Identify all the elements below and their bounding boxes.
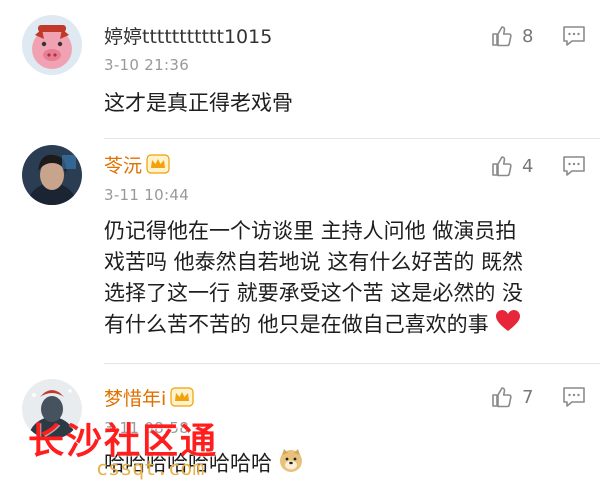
vip-crown-icon — [170, 387, 194, 412]
like-count: 8 — [522, 25, 534, 47]
comment-2: 苓沅 3-11 10:44 仍记得他在一个访谈里 主持人问他 做演员拍 戏苦吗 … — [0, 140, 600, 365]
username[interactable]: 苓沅 — [104, 151, 170, 179]
like-button[interactable]: 7 — [490, 385, 533, 409]
comment-icon — [563, 387, 585, 407]
comment-line: 选择了这一行 就要承受这个苦 这是必然的 没 — [104, 281, 524, 305]
comment-time: 3-11 10:44 — [104, 186, 190, 204]
portrait-avatar-image — [22, 145, 82, 205]
comment-icon — [563, 156, 585, 176]
reply-button[interactable] — [562, 386, 586, 412]
heart-emoji-icon — [495, 309, 521, 342]
thumbs-up-icon — [492, 156, 512, 177]
comment-line: 仍记得他在一个访谈里 主持人问他 做演员拍 — [104, 219, 517, 243]
doge-emoji-icon — [278, 447, 304, 482]
like-count: 4 — [522, 155, 534, 177]
divider — [104, 138, 600, 139]
avatar[interactable] — [22, 15, 82, 75]
comment-icon — [563, 26, 585, 46]
divider — [104, 363, 600, 364]
reply-button[interactable] — [562, 155, 586, 181]
comment-text: 这才是真正得老戏骨 — [104, 91, 293, 115]
avatar[interactable] — [22, 145, 82, 205]
comment-time: 3-10 21:36 — [104, 56, 190, 74]
username-text: 苓沅 — [104, 155, 143, 177]
watermark-url: cssqt.com — [96, 456, 205, 480]
reply-button[interactable] — [562, 25, 586, 51]
thumbs-up-icon — [492, 387, 512, 408]
vip-crown-icon — [146, 154, 170, 179]
username[interactable]: 婷婷ttttttttttt1015 — [104, 22, 272, 49]
comment-1: 婷婷ttttttttttt1015 3-10 21:36 这才是真正得老戏骨 8 — [0, 0, 600, 140]
comment-line: 戏苦吗 他泰然自若地说 这有什么好苦的 既然 — [104, 250, 524, 274]
like-button[interactable]: 4 — [490, 154, 533, 178]
like-count: 7 — [522, 386, 534, 408]
pig-avatar-image — [22, 15, 82, 75]
username[interactable]: 梦惜年i — [104, 384, 194, 412]
username-text: 梦惜年i — [104, 388, 167, 410]
thumbs-up-icon — [492, 26, 512, 47]
comment-line: 有什么苦不苦的 他只是在做自己喜欢的事 — [104, 309, 576, 342]
comment-text: 仍记得他在一个访谈里 主持人问他 做演员拍 戏苦吗 他泰然自若地说 这有什么好苦… — [104, 216, 576, 342]
comment-line-text: 有什么苦不苦的 他只是在做自己喜欢的事 — [104, 312, 489, 337]
like-button[interactable]: 8 — [490, 24, 533, 48]
